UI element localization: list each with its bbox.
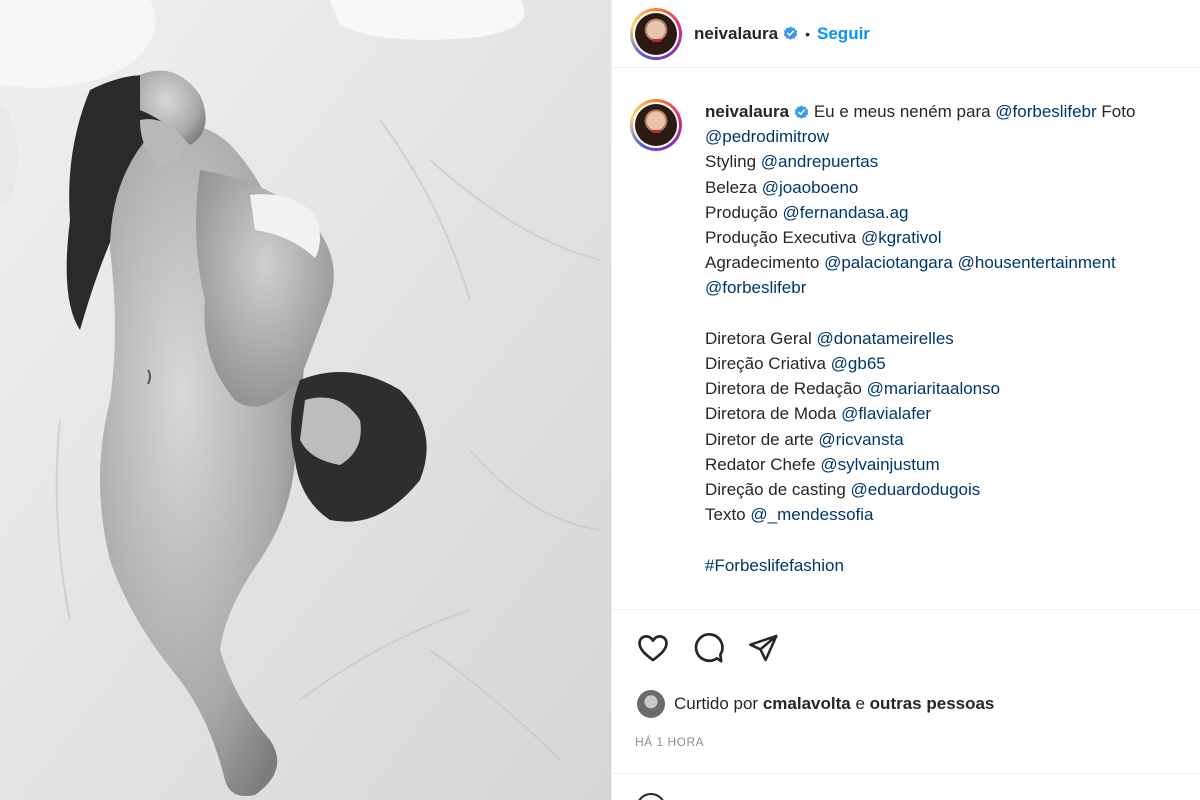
mention-link[interactable]: @eduardodugois <box>851 480 981 499</box>
liked-by-and: e <box>855 694 865 713</box>
verified-badge-icon <box>794 105 809 120</box>
credit-line: Styling @andrepuertas <box>705 149 1185 174</box>
follow-button[interactable]: Seguir <box>817 24 870 44</box>
profile-avatar[interactable] <box>630 7 682 60</box>
credit-label: Beleza <box>705 177 757 197</box>
mention-link[interactable]: @ricvansta <box>818 430 903 449</box>
credit-line: Beleza @joaoboeno <box>705 175 1185 200</box>
mention-link[interactable]: @sylvainjustum <box>820 455 939 474</box>
credit-line: Direção Criativa @gb65 <box>705 351 1185 376</box>
credit-line: Diretor de arte @ricvansta <box>705 427 1185 452</box>
credit-label: Diretora de Moda <box>705 404 837 424</box>
mention-link[interactable]: @flavialafer <box>841 404 931 423</box>
post-photo[interactable] <box>0 0 611 800</box>
mention-link[interactable]: @forbeslifebr <box>705 278 806 297</box>
share-icon[interactable] <box>745 630 781 666</box>
emoji-icon[interactable] <box>636 793 666 800</box>
caption-area: neivalaura Eu e meus neném para @forbesl… <box>612 69 1200 609</box>
caption-foto-label: Foto <box>1101 102 1136 121</box>
heart-icon[interactable] <box>635 630 671 666</box>
mention-link[interactable]: @joaoboeno <box>762 178 859 197</box>
post-timestamp[interactable]: HÁ 1 HORA <box>635 735 704 749</box>
separator-dot: • <box>805 25 811 42</box>
avatar-photo <box>635 104 677 146</box>
mention-link[interactable]: @kgrativol <box>861 228 942 247</box>
credit-label: Agradecimento <box>705 253 820 273</box>
credit-line: Texto @_mendessofia <box>705 502 1185 527</box>
credit-label: Produção <box>705 202 778 222</box>
credit-line: Diretora de Moda @flavialafer <box>705 401 1185 426</box>
mention-link[interactable]: @forbeslifebr <box>995 102 1096 121</box>
post-side-panel: neivalaura • Seguir neivalaura Eu e meus… <box>611 0 1200 800</box>
liker-avatar[interactable] <box>637 690 665 718</box>
credit-label: Diretor de arte <box>705 429 814 449</box>
post-header: neivalaura • Seguir <box>612 0 1200 68</box>
action-bar <box>635 630 781 666</box>
post-actions: Curtido por cmalavolta e outras pessoas … <box>612 609 1200 773</box>
verified-badge-icon <box>783 26 798 41</box>
credit-line: Agradecimento @palaciotangara @housenter… <box>705 250 1185 275</box>
credit-line: Diretora de Redação @mariaritaalonso <box>705 376 1185 401</box>
mention-link[interactable]: @donatameirelles <box>817 329 954 348</box>
credit-label: Diretora de Redação <box>705 379 862 399</box>
mention-link[interactable]: @housentertainment <box>958 253 1116 272</box>
credit-line: Produção Executiva @kgrativol <box>705 225 1185 250</box>
mention-link[interactable]: @pedrodimitrow <box>705 127 829 146</box>
credit-label: Direção de casting <box>705 480 846 500</box>
credit-line: Direção de casting @eduardodugois <box>705 477 1185 502</box>
liked-by-prefix: Curtido por <box>674 694 759 713</box>
likes-summary: Curtido por cmalavolta e outras pessoas <box>637 690 994 718</box>
liked-by-user[interactable]: cmalavolta <box>763 694 851 714</box>
mention-link[interactable]: @andrepuertas <box>761 152 878 171</box>
caption-text: neivalaura Eu e meus neném para @forbesl… <box>705 99 1185 609</box>
credit-label: Styling <box>705 152 757 172</box>
credit-label: Direção Criativa <box>705 354 826 374</box>
credit-line: Produção @fernandasa.ag <box>705 200 1185 225</box>
credit-line: Diretora Geral @donatameirelles <box>705 326 1185 351</box>
credit-label: Produção Executiva <box>705 228 857 248</box>
caption-intro: Eu e meus neném para <box>813 102 991 121</box>
comment-icon[interactable] <box>690 630 726 666</box>
mention-link[interactable]: @fernandasa.ag <box>783 203 909 222</box>
caption-line: neivalaura Eu e meus neném para @forbesl… <box>705 99 1185 124</box>
liked-by-others[interactable]: outras pessoas <box>870 694 995 714</box>
credit-label: Redator Chefe <box>705 454 816 474</box>
hashtag-link[interactable]: #Forbeslifefashion <box>705 556 844 575</box>
post-photo-image <box>0 0 611 800</box>
credit-line: Redator Chefe @sylvainjustum <box>705 452 1185 477</box>
mention-link[interactable]: @_mendessofia <box>750 505 873 524</box>
credit-label: Diretora Geral <box>705 328 812 348</box>
mention-link[interactable]: @gb65 <box>831 354 886 373</box>
mention-link[interactable]: @mariaritaalonso <box>867 379 1000 398</box>
mention-link[interactable]: @palaciotangara <box>824 253 953 272</box>
comment-input-area <box>612 773 1200 800</box>
caption-avatar[interactable] <box>630 99 682 151</box>
credit-label: Texto <box>705 505 746 525</box>
avatar-photo <box>635 12 677 55</box>
header-username[interactable]: neivalaura <box>694 24 778 44</box>
caption-username[interactable]: neivalaura <box>705 102 789 121</box>
